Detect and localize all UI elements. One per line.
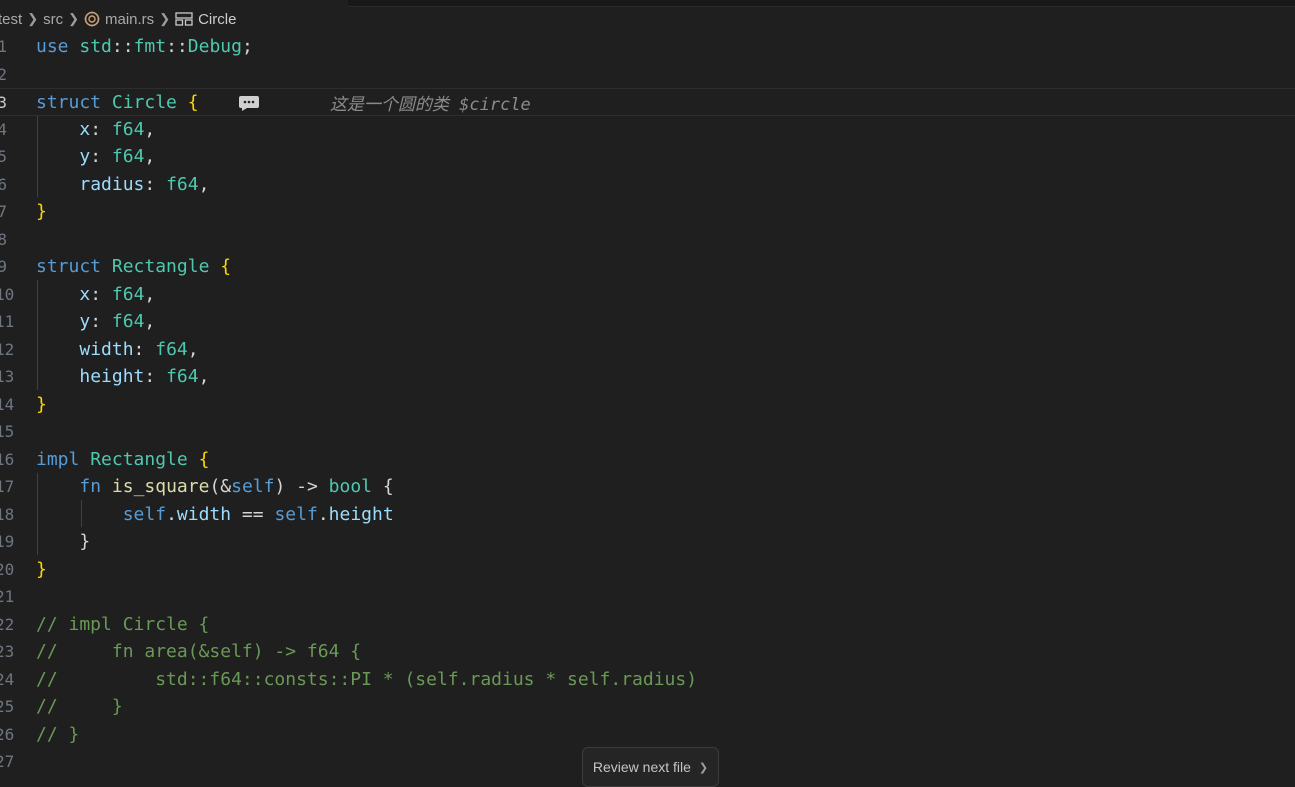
line-number: 8 bbox=[0, 229, 7, 249]
code-line[interactable]: 17 fn is_square(&self) -> bool { bbox=[0, 473, 1295, 501]
code-comment: // } bbox=[36, 696, 123, 717]
review-next-file-label: Review next file bbox=[592, 759, 691, 775]
breadcrumb-item-test[interactable]: test bbox=[0, 11, 22, 28]
line-number: 13 bbox=[0, 367, 15, 386]
code-line[interactable]: 11 y: f64, bbox=[0, 308, 1295, 336]
code-comment: // } bbox=[36, 723, 80, 745]
code-text: self.width == self.height bbox=[122, 503, 394, 525]
line-number: 25 bbox=[0, 697, 15, 716]
code-text: struct Rectangle { bbox=[36, 256, 232, 277]
chevron-right-icon: ❯ bbox=[27, 11, 39, 26]
code-text: y: f64, bbox=[79, 311, 156, 332]
code-line[interactable]: 7 } bbox=[0, 198, 1295, 226]
breadcrumb-item-main-rs[interactable]: main.rs bbox=[84, 11, 154, 28]
line-number: 5 bbox=[0, 147, 7, 166]
line-number: 14 bbox=[0, 394, 15, 414]
inline-hint-text: 这是一个圆的类 $circle bbox=[329, 95, 531, 116]
code-line[interactable]: 1 use std::fmt::Debug; bbox=[0, 33, 1295, 61]
code-text: radius: f64, bbox=[79, 173, 210, 195]
line-number: 4 bbox=[0, 119, 7, 139]
code-line[interactable]: 25 // } bbox=[0, 693, 1295, 721]
code-line[interactable]: 21 bbox=[0, 583, 1295, 611]
code-line[interactable]: 13 height: f64, bbox=[0, 363, 1295, 391]
line-number: 24 bbox=[0, 669, 15, 689]
rust-file-icon bbox=[84, 11, 100, 27]
code-line[interactable]: 15 bbox=[0, 418, 1295, 446]
code-line[interactable]: 20 } bbox=[0, 556, 1295, 584]
code-comment: // std::f64::consts::PI * (self.radius *… bbox=[36, 668, 698, 690]
code-text: x: f64, bbox=[79, 118, 156, 140]
line-number: 11 bbox=[0, 312, 15, 331]
code-line[interactable]: 22 // impl Circle { bbox=[0, 611, 1295, 639]
code-text: impl Rectangle { bbox=[36, 448, 210, 470]
code-line[interactable]: 26 // } bbox=[0, 721, 1295, 749]
chevron-right-icon: ❯ bbox=[698, 761, 709, 774]
code-line[interactable]: 16 impl Rectangle { bbox=[0, 446, 1295, 474]
code-text: struct Circle { bbox=[36, 92, 199, 113]
code-comment: // impl Circle { bbox=[36, 613, 210, 635]
line-number: 27 bbox=[0, 752, 15, 771]
breadcrumb-label: Circle bbox=[198, 10, 237, 28]
breadcrumb-item-circle[interactable]: Circle bbox=[175, 11, 236, 28]
code-line[interactable]: 18 self.width == self.height bbox=[0, 501, 1295, 529]
line-number: 7 bbox=[0, 202, 7, 221]
line-number: 2 bbox=[0, 64, 7, 84]
line-number: 23 bbox=[0, 642, 15, 661]
line-number: 10 bbox=[0, 284, 15, 304]
inline-comment-hint[interactable]: 这是一个圆的类 $circle bbox=[238, 89, 531, 117]
breadcrumb-item-src[interactable]: src bbox=[43, 11, 63, 28]
line-number: 6 bbox=[0, 174, 7, 194]
code-line[interactable]: 24 // std::f64::consts::PI * (self.radiu… bbox=[0, 666, 1295, 694]
chevron-right-icon: ❯ bbox=[68, 11, 79, 26]
breadcrumb-label: main.rs bbox=[105, 10, 155, 28]
code-line[interactable]: 9 struct Rectangle { bbox=[0, 253, 1295, 281]
line-number: 21 bbox=[0, 587, 15, 606]
line-number: 17 bbox=[0, 477, 15, 496]
tab-bar-strip bbox=[348, 0, 1295, 7]
code-comment: // fn area(&self) -> f64 { bbox=[36, 641, 362, 662]
line-number: 18 bbox=[0, 504, 15, 524]
code-line[interactable]: 2 bbox=[0, 61, 1295, 89]
code-line[interactable]: 4 x: f64, bbox=[0, 116, 1295, 144]
breadcrumb: test ❯ src ❯ main.rs ❯ Circle bbox=[0, 8, 1295, 30]
line-number: 16 bbox=[0, 449, 15, 469]
line-number: 15 bbox=[0, 422, 15, 441]
line-number: 1 bbox=[0, 37, 7, 56]
code-line[interactable]: 6 radius: f64, bbox=[0, 171, 1295, 199]
code-text: } bbox=[36, 201, 47, 222]
struct-icon bbox=[175, 11, 193, 27]
code-text: } bbox=[36, 531, 91, 552]
line-number: 22 bbox=[0, 614, 15, 634]
code-text: width: f64, bbox=[79, 338, 199, 360]
code-text: } bbox=[36, 393, 47, 415]
code-line[interactable]: 14 } bbox=[0, 391, 1295, 419]
breadcrumb-label: test bbox=[0, 10, 23, 28]
line-number: 12 bbox=[0, 339, 15, 359]
code-text: fn is_square(&self) -> bool { bbox=[79, 476, 394, 497]
code-line[interactable]: 12 width: f64, bbox=[0, 336, 1295, 364]
code-text: use std::fmt::Debug; bbox=[36, 36, 253, 57]
code-line[interactable]: 8 bbox=[0, 226, 1295, 254]
review-next-file-button[interactable]: Review next file ❯ bbox=[582, 747, 719, 787]
code-text: x: f64, bbox=[79, 283, 156, 305]
code-line[interactable]: 23 // fn area(&self) -> f64 { bbox=[0, 638, 1295, 666]
line-number-active: 3 bbox=[0, 93, 7, 112]
code-line[interactable]: 19 } bbox=[0, 528, 1295, 556]
code-line-current[interactable]: 3 struct Circle { 这是一个圆的类 $circle bbox=[0, 88, 1295, 116]
breadcrumb-label: src bbox=[43, 10, 64, 28]
code-text: } bbox=[36, 558, 47, 580]
code-editor[interactable]: 1 use std::fmt::Debug; 2 3 struct Circle… bbox=[0, 33, 1295, 786]
line-number: 19 bbox=[0, 532, 15, 551]
code-text: y: f64, bbox=[79, 146, 156, 167]
line-number: 26 bbox=[0, 724, 15, 744]
code-line[interactable]: 5 y: f64, bbox=[0, 143, 1295, 171]
code-text: height: f64, bbox=[79, 366, 210, 387]
code-line[interactable]: 10 x: f64, bbox=[0, 281, 1295, 309]
line-number: 20 bbox=[0, 559, 15, 579]
chevron-right-icon: ❯ bbox=[159, 11, 171, 26]
line-number: 9 bbox=[0, 257, 7, 276]
